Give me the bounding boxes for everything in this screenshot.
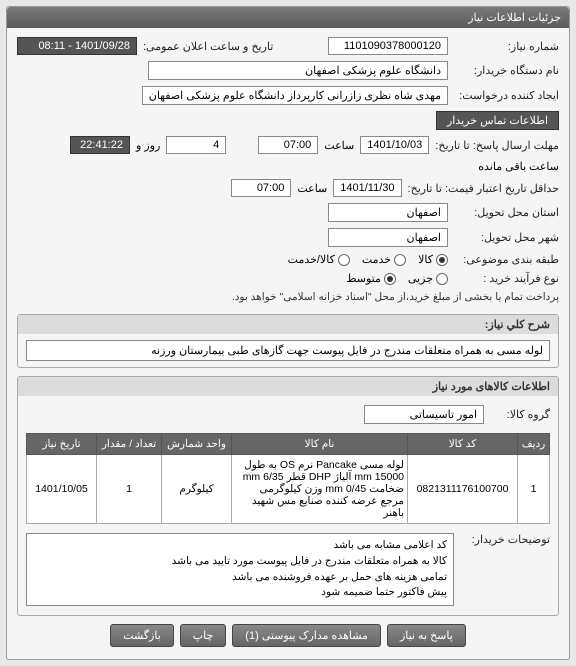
city-value: اصفهان	[328, 228, 448, 247]
radio-both-circle	[338, 254, 350, 266]
table-row[interactable]: 1 0821311176100700 لوله مسی Pancake نرم …	[27, 455, 550, 524]
th-date: تاریخ نیاز	[27, 434, 97, 455]
announce-label: تاریخ و ساعت اعلان عمومی:	[143, 40, 273, 53]
radio-goods-label: کالا	[418, 253, 433, 266]
radio-mid-circle	[384, 273, 396, 285]
process-label: نوع فرآیند خرید :	[454, 272, 559, 285]
radio-service-label: خدمت	[362, 253, 391, 266]
buyer-notes-text: کد اعلامی مشابه می باشد کالا به همراه مت…	[26, 533, 454, 606]
radio-service[interactable]: خدمت	[362, 253, 406, 266]
group-label: گروه کالا:	[490, 408, 550, 421]
days-remaining: 4	[166, 136, 226, 154]
th-unit: واحد شمارش	[162, 434, 232, 455]
row-buyer-notes: توضیحات خریدار: کد اعلامی مشابه می باشد …	[26, 530, 550, 609]
validity-date: 1401/11/30	[333, 179, 401, 197]
category-radio-group: کالا خدمت کالا/خدمت	[288, 253, 448, 266]
cell-date: 1401/10/05	[27, 455, 97, 524]
row-category: طبقه بندی موضوعی: کالا خدمت کالا/خدمت	[17, 250, 559, 269]
print-button[interactable]: چاپ	[180, 624, 227, 647]
row-city: شهر محل تحویل: اصفهان	[17, 225, 559, 250]
buyer-value: دانشگاه علوم پزشکی اصفهان	[148, 61, 448, 80]
cell-idx: 1	[518, 455, 550, 524]
category-label: طبقه بندی موضوعی:	[454, 253, 559, 266]
days-label: روز و	[136, 139, 160, 152]
radio-both[interactable]: کالا/خدمت	[288, 253, 350, 266]
summary-section: شرح کلي نیاز: لوله مسی به همراه متعلقات …	[17, 314, 559, 368]
th-qty: تعداد / مقدار	[97, 434, 162, 455]
row-need-no: شماره نیاز: 1101090378000120 تاریخ و ساع…	[17, 34, 559, 58]
cell-name: لوله مسی Pancake نرم OS به طول 15000 mm …	[232, 455, 408, 524]
need-no-label: شماره نیاز:	[454, 40, 559, 53]
row-buyer: نام دستگاه خریدار: دانشگاه علوم پزشکی اص…	[17, 58, 559, 83]
validity-label: حداقل تاریخ اعتبار قیمت: تا تاریخ:	[408, 182, 559, 195]
payment-note: پرداخت تمام یا بخشی از مبلغ خرید،از محل …	[232, 291, 559, 303]
creator-value: مهدی شاه نظری زازرانی کارپرداز دانشگاه ع…	[142, 86, 448, 105]
deadline-label: مهلت ارسال پاسخ: تا تاریخ:	[435, 139, 559, 152]
reply-button[interactable]: پاسخ به نیاز	[387, 624, 466, 647]
cell-unit: کیلوگرم	[162, 455, 232, 524]
province-value: اصفهان	[328, 203, 448, 222]
buyer-notes-label: توضیحات خریدار:	[460, 533, 550, 546]
radio-goods-circle	[436, 254, 448, 266]
button-bar: پاسخ به نیاز مشاهده مدارک پیوستی (1) چاپ…	[17, 616, 559, 649]
th-name: نام کالا	[232, 434, 408, 455]
radio-goods[interactable]: کالا	[418, 253, 448, 266]
announce-value: 1401/09/28 - 08:11	[17, 37, 137, 55]
need-no-value: 1101090378000120	[328, 37, 448, 55]
radio-service-circle	[394, 254, 406, 266]
validity-time: 07:00	[231, 179, 291, 197]
process-radio-group: جزیی متوسط	[346, 272, 448, 285]
summary-text: لوله مسی به همراه متعلقات مندرج در فایل …	[26, 340, 550, 361]
row-validity: حداقل تاریخ اعتبار قیمت: تا تاریخ: 1401/…	[17, 176, 559, 200]
items-table: ردیف کد کالا نام کالا واحد شمارش تعداد /…	[26, 433, 550, 524]
radio-mid-label: متوسط	[346, 272, 381, 285]
row-group: گروه کالا: امور تاسیساتی	[26, 402, 550, 427]
city-label: شهر محل تحویل:	[454, 231, 559, 244]
contact-buyer-button[interactable]: اطلاعات تماس خریدار	[436, 111, 559, 130]
province-label: استان محل تحویل:	[454, 206, 559, 219]
row-deadline: مهلت ارسال پاسخ: تا تاریخ: 1401/10/03 سا…	[17, 133, 559, 176]
details-panel: جزئیات اطلاعات نیاز شماره نیاز: 11010903…	[6, 6, 570, 660]
th-code: کد کالا	[408, 434, 518, 455]
table-header-row: ردیف کد کالا نام کالا واحد شمارش تعداد /…	[27, 434, 550, 455]
cell-code: 0821311176100700	[408, 455, 518, 524]
radio-both-label: کالا/خدمت	[288, 253, 335, 266]
summary-header: شرح کلي نیاز:	[18, 315, 558, 334]
radio-low-circle	[436, 273, 448, 285]
group-value: امور تاسیساتی	[364, 405, 484, 424]
buyer-label: نام دستگاه خریدار:	[454, 64, 559, 77]
deadline-date: 1401/10/03	[360, 136, 429, 154]
remain-label: ساعت باقی مانده	[478, 160, 559, 173]
radio-mid[interactable]: متوسط	[346, 272, 396, 285]
radio-low-label: جزیی	[408, 272, 433, 285]
row-creator: ایجاد کننده درخواست: مهدی شاه نظری زازرا…	[17, 83, 559, 133]
deadline-time: 07:00	[258, 136, 318, 154]
panel-body: شماره نیاز: 1101090378000120 تاریخ و ساع…	[7, 28, 569, 659]
items-body: گروه کالا: امور تاسیساتی ردیف کد کالا نا…	[18, 396, 558, 615]
row-province: استان محل تحویل: اصفهان	[17, 200, 559, 225]
radio-low[interactable]: جزیی	[408, 272, 448, 285]
items-section: اطلاعات کالاهای مورد نیاز گروه کالا: امو…	[17, 376, 559, 616]
panel-title: جزئیات اطلاعات نیاز	[7, 7, 569, 28]
items-header: اطلاعات کالاهای مورد نیاز	[18, 377, 558, 396]
creator-label: ایجاد کننده درخواست:	[454, 89, 559, 102]
cell-qty: 1	[97, 455, 162, 524]
time-label-2: ساعت	[297, 182, 327, 195]
back-button[interactable]: بازگشت	[110, 624, 174, 647]
time-remaining: 22:41:22	[70, 136, 130, 154]
attachments-button[interactable]: مشاهده مدارک پیوستی (1)	[232, 624, 381, 647]
summary-body: لوله مسی به همراه متعلقات مندرج در فایل …	[18, 334, 558, 367]
th-idx: ردیف	[518, 434, 550, 455]
row-process: نوع فرآیند خرید : جزیی متوسط پرداخت تمام…	[17, 269, 559, 306]
time-label-1: ساعت	[324, 139, 354, 152]
